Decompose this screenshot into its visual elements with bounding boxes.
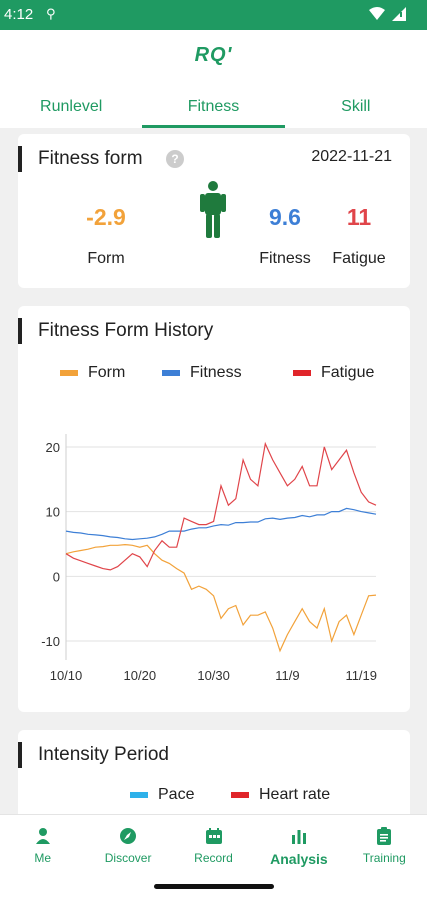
x-tick-label: 10/30 bbox=[197, 668, 230, 683]
y-tick-label: 20 bbox=[46, 440, 60, 455]
fatigue-label: Fatigue bbox=[332, 250, 386, 267]
legend-item-fatigue[interactable]: Fatigue bbox=[293, 364, 374, 382]
legend-label-form: Form bbox=[88, 364, 126, 381]
legend-swatch-fitness bbox=[162, 370, 180, 376]
fitness-label: Fitness bbox=[259, 250, 311, 267]
calendar-icon bbox=[205, 828, 222, 844]
legend-label-pace: Pace bbox=[158, 786, 195, 803]
legend-label-heart-rate: Heart rate bbox=[259, 786, 331, 803]
nav-label-training: Training bbox=[362, 851, 406, 865]
fitness-history-chart[interactable]: -10 0 10 20 10/10 10/20 10/30 11/9 11/19 bbox=[18, 426, 410, 696]
y-tick-label: -10 bbox=[41, 634, 60, 649]
battery-icon bbox=[392, 7, 406, 21]
bar-chart-icon bbox=[291, 830, 306, 844]
legend-item-fitness[interactable]: Fitness bbox=[162, 364, 242, 382]
fatigue-value: 11 bbox=[346, 204, 372, 230]
x-tick-label: 10/20 bbox=[124, 668, 157, 683]
legend-item-pace[interactable]: Pace bbox=[130, 786, 194, 804]
help-icon[interactable]: ? bbox=[166, 150, 184, 168]
status-bar: 4:12 ⚲ bbox=[0, 0, 427, 30]
legend-item-heart-rate[interactable]: Heart rate bbox=[231, 786, 330, 804]
form-value: -2.9 bbox=[86, 204, 126, 230]
legend-label-fatigue: Fatigue bbox=[321, 364, 375, 381]
nav-me[interactable]: Me bbox=[0, 815, 85, 874]
fitness-history-card: Fitness Form History Form Fitness Fatigu… bbox=[18, 306, 410, 712]
nav-label-discover: Discover bbox=[104, 851, 152, 865]
usb-icon: ⚲ bbox=[46, 6, 56, 21]
person-icon bbox=[200, 181, 226, 238]
app-logo: RQ' bbox=[194, 44, 233, 66]
legend-swatch-fatigue bbox=[293, 370, 311, 376]
wifi-icon bbox=[369, 7, 385, 20]
y-tick-label: 0 bbox=[53, 569, 60, 584]
intensity-title: Intensity Period bbox=[18, 742, 169, 768]
tab-fitness[interactable]: Fitness bbox=[142, 90, 285, 128]
series-line-fitness bbox=[65, 507, 377, 541]
tab-bar: Runlevel Fitness Skill bbox=[0, 90, 427, 128]
fitness-form-card: Fitness form ? 2022-11-21 -2.9 Form 9.6 … bbox=[18, 134, 410, 288]
form-date: 2022-11-21 bbox=[311, 148, 392, 165]
form-label: Form bbox=[87, 250, 125, 267]
legend-item-form[interactable]: Form bbox=[60, 364, 125, 382]
nav-training[interactable]: Training bbox=[342, 815, 427, 874]
bottom-nav: Me Discover Record Analysis Training bbox=[0, 814, 427, 874]
status-icons bbox=[369, 6, 407, 22]
legend-swatch-heart-rate bbox=[231, 792, 249, 798]
history-legend: Form Fitness Fatigue bbox=[18, 364, 410, 388]
person-icon bbox=[35, 828, 50, 844]
legend-label-fitness: Fitness bbox=[190, 364, 242, 381]
series-line-fatigue bbox=[65, 441, 377, 571]
nav-record[interactable]: Record bbox=[171, 815, 256, 874]
x-tick-label: 11/9 bbox=[275, 668, 299, 683]
app-header: RQ' Runlevel Fitness Skill bbox=[0, 30, 427, 128]
tab-skill[interactable]: Skill bbox=[285, 90, 427, 128]
legend-swatch-form bbox=[60, 370, 78, 376]
tab-runlevel[interactable]: Runlevel bbox=[0, 90, 142, 128]
compass-icon bbox=[120, 828, 137, 844]
fitness-value: 9.6 bbox=[269, 204, 301, 230]
nav-discover[interactable]: Discover bbox=[85, 815, 170, 874]
nav-analysis[interactable]: Analysis bbox=[256, 815, 341, 874]
status-time: 4:12 bbox=[4, 6, 34, 23]
history-title: Fitness Form History bbox=[18, 318, 213, 344]
legend-swatch-pace bbox=[130, 792, 148, 798]
intensity-card: Intensity Period Pace Heart rate bbox=[18, 730, 410, 820]
nav-label-me: Me bbox=[34, 851, 52, 865]
home-bar[interactable] bbox=[154, 884, 274, 889]
fitness-form-title: Fitness form bbox=[18, 146, 143, 172]
y-tick-label: 10 bbox=[46, 505, 60, 520]
clipboard-icon bbox=[377, 827, 392, 845]
home-indicator bbox=[0, 874, 427, 900]
x-tick-label: 11/19 bbox=[345, 668, 377, 683]
nav-label-record: Record bbox=[194, 851, 233, 865]
series-line-form bbox=[65, 543, 377, 653]
x-tick-label: 10/10 bbox=[50, 668, 83, 683]
nav-label-analysis: Analysis bbox=[270, 851, 328, 867]
